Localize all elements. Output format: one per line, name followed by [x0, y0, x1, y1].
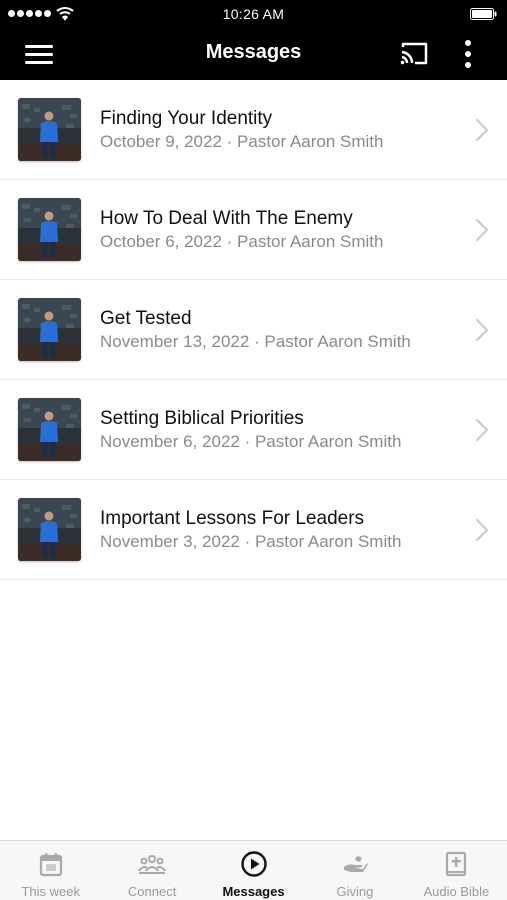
status-bar: 10:26 AM	[0, 0, 507, 28]
tab-audio-bible[interactable]: Audio Bible	[406, 841, 507, 900]
message-date-speaker: November 3, 2022 · Pastor Aaron Smith	[100, 532, 402, 551]
battery-icon	[470, 8, 497, 20]
people-icon	[138, 850, 166, 878]
message-thumbnail	[18, 98, 81, 161]
cast-icon[interactable]	[398, 39, 430, 67]
message-list-item[interactable]: Setting Biblical Priorities November 6, …	[0, 380, 507, 480]
more-options-icon[interactable]	[458, 38, 478, 70]
message-thumbnail	[18, 498, 81, 561]
status-time: 10:26 AM	[222, 6, 285, 22]
tab-this-week[interactable]: This week	[0, 841, 101, 900]
message-list-item[interactable]: Finding Your Identity October 9, 2022 · …	[0, 80, 507, 180]
message-date-speaker: November 6, 2022 · Pastor Aaron Smith	[100, 432, 402, 451]
tab-label: This week	[21, 884, 80, 899]
tab-label: Connect	[127, 884, 177, 899]
message-title: Finding Your Identity	[100, 108, 273, 129]
bible-icon	[442, 850, 470, 878]
message-date-speaker: October 6, 2022 · Pastor Aaron Smith	[100, 232, 384, 251]
chevron-right-icon	[476, 519, 488, 541]
message-title: Setting Biblical Priorities	[100, 408, 304, 429]
page-title: Messages	[205, 41, 302, 63]
tab-messages[interactable]: Messages	[203, 841, 304, 900]
message-thumbnail	[18, 398, 81, 461]
chevron-right-icon	[476, 219, 488, 241]
giving-hand-icon	[341, 850, 369, 878]
play-circle-icon	[240, 850, 268, 878]
app-header: Messages	[0, 28, 507, 80]
message-list-item[interactable]: How To Deal With The Enemy October 6, 20…	[0, 180, 507, 280]
chevron-right-icon	[476, 319, 488, 341]
message-thumbnail	[18, 198, 81, 261]
message-list-item[interactable]: Important Lessons For Leaders November 3…	[0, 480, 507, 580]
tab-label: Messages	[222, 884, 285, 899]
tab-label: Audio Bible	[423, 884, 490, 899]
message-date-speaker: November 13, 2022 · Pastor Aaron Smith	[100, 332, 411, 351]
message-list-item[interactable]: Get Tested November 13, 2022 · Pastor Aa…	[0, 280, 507, 380]
calendar-icon	[37, 850, 65, 878]
bottom-tab-bar: This week Connect Messages Giving Audio …	[0, 840, 507, 900]
message-title: Get Tested	[100, 308, 192, 329]
chevron-right-icon	[476, 119, 488, 141]
message-date-speaker: October 9, 2022 · Pastor Aaron Smith	[100, 132, 384, 151]
message-thumbnail	[18, 298, 81, 361]
chevron-right-icon	[476, 419, 488, 441]
message-list: Finding Your Identity October 9, 2022 · …	[0, 80, 507, 580]
message-title: How To Deal With The Enemy	[100, 208, 353, 229]
tab-connect[interactable]: Connect	[101, 841, 202, 900]
tab-giving[interactable]: Giving	[304, 841, 405, 900]
message-title: Important Lessons For Leaders	[100, 508, 365, 529]
tab-label: Giving	[336, 884, 374, 899]
